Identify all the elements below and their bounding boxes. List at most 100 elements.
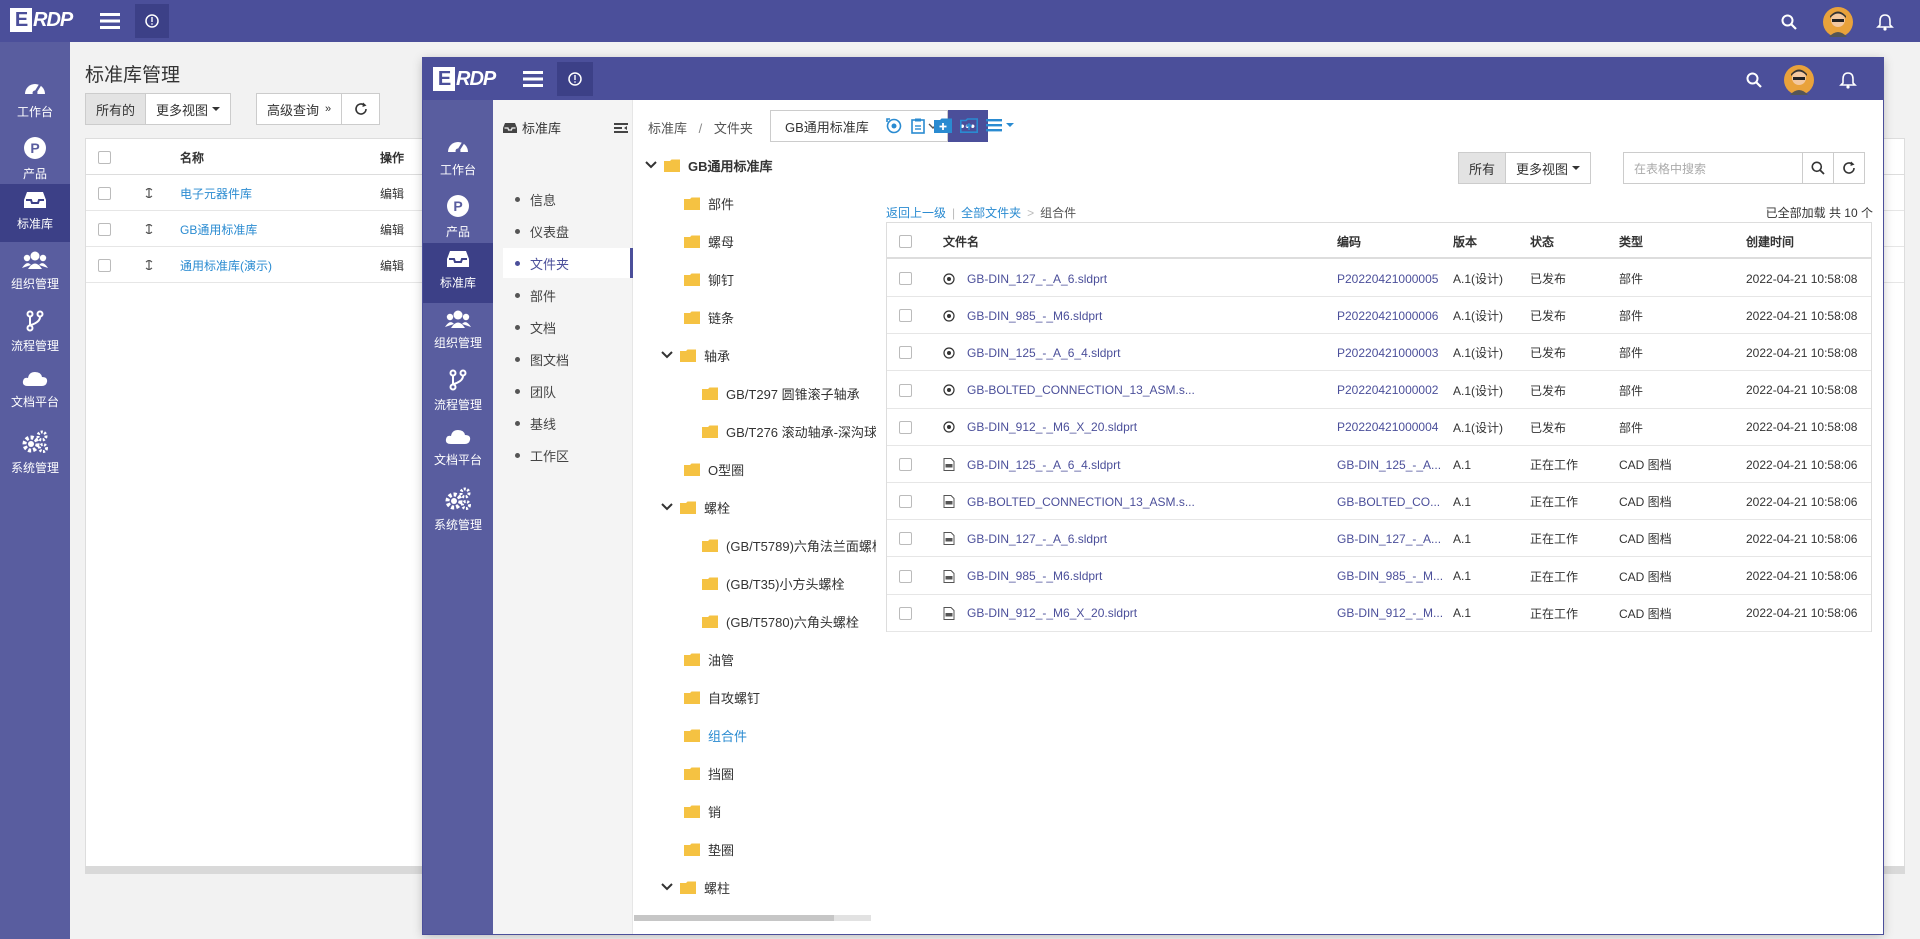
row-checkbox[interactable] <box>899 483 912 520</box>
sidebar-item-flow[interactable]: 流程管理 <box>0 304 70 362</box>
menu-toggle-button[interactable] <box>518 64 548 94</box>
row-checkbox[interactable] <box>899 520 912 557</box>
search-button[interactable] <box>1778 11 1800 33</box>
table-row[interactable]: GB-DIN_125_-_A_6_4.sldprt GB-DIN_125_-_A.… <box>887 446 1871 483</box>
chevron-down-icon[interactable] <box>644 161 658 169</box>
tree-node[interactable]: 轴承 <box>660 343 730 367</box>
file-code-link[interactable]: GB-DIN_985_-_M... <box>1337 558 1443 595</box>
tree-node[interactable]: (GB/T35)小方头螺栓 <box>702 571 844 595</box>
row-checkbox[interactable] <box>899 297 912 334</box>
file-name-link[interactable]: GB-DIN_127_-_A_6.sldprt <box>967 260 1107 297</box>
scrollbar-thumb[interactable] <box>634 915 834 921</box>
sidebar-item-workbench[interactable]: 工作台 <box>0 70 70 128</box>
file-code-link[interactable]: GB-DIN_127_-_A... <box>1337 520 1441 557</box>
row-checkbox[interactable] <box>899 260 912 297</box>
tree-node[interactable]: 部件 <box>684 191 734 215</box>
expand-icon[interactable] <box>144 175 154 211</box>
file-name-link[interactable]: GB-DIN_912_-_M6_X_20.sldprt <box>967 595 1137 632</box>
file-name-link[interactable]: GB-DIN_985_-_M6.sldprt <box>967 297 1102 334</box>
nav-item-drawings[interactable]: 图文档 <box>503 344 633 374</box>
tree-node-selected[interactable]: 组合件 <box>684 723 747 747</box>
info-button[interactable] <box>135 4 169 38</box>
sidebar-item-docs[interactable]: 文档平台 <box>0 364 70 422</box>
list-menu-button[interactable] <box>986 118 1014 132</box>
nav-item-team[interactable]: 团队 <box>503 376 633 406</box>
all-folders-link[interactable]: 全部文件夹 <box>961 206 1021 220</box>
user-avatar[interactable] <box>1784 65 1814 95</box>
sidebar-item-docs[interactable]: 文档平台 <box>423 422 493 482</box>
table-row[interactable]: GB-DIN_127_-_A_6.sldprt GB-DIN_127_-_A...… <box>887 520 1871 558</box>
file-code-link[interactable]: P20220421000003 <box>1337 334 1438 371</box>
tree-node[interactable]: O型圈 <box>684 457 744 481</box>
nav-item-parts[interactable]: 部件 <box>503 280 633 310</box>
file-name-link[interactable]: GB-DIN_912_-_M6_X_20.sldprt <box>967 409 1137 446</box>
column-header-type[interactable]: 类型 <box>1619 223 1643 259</box>
table-row[interactable]: GB-DIN_127_-_A_6.sldprt P20220421000005 A.… <box>887 260 1871 297</box>
tree-node-root[interactable]: GB通用标准库 <box>644 153 773 177</box>
file-name-link[interactable]: GB-DIN_125_-_A_6_4.sldprt <box>967 446 1120 483</box>
row-checkbox[interactable] <box>98 175 111 211</box>
upload-folder-icon[interactable] <box>960 118 978 133</box>
scan-icon[interactable] <box>886 118 902 134</box>
clipboard-icon[interactable] <box>911 118 925 134</box>
column-header-version[interactable]: 版本 <box>1453 223 1477 259</box>
table-row[interactable]: GB-DIN_912_-_M6_X_20.sldprt GB-DIN_912_-_… <box>887 595 1871 632</box>
tree-node[interactable]: 垫圈 <box>684 837 734 861</box>
tree-node[interactable]: 油管 <box>684 647 734 671</box>
app-logo[interactable]: E RDP <box>10 8 73 32</box>
expand-icon[interactable] <box>144 247 154 283</box>
sidebar-item-org[interactable]: 组织管理 <box>423 303 493 363</box>
select-all-checkbox[interactable] <box>899 223 912 259</box>
sidebar-item-flow[interactable]: 流程管理 <box>423 363 493 423</box>
select-all-checkbox[interactable] <box>98 139 111 175</box>
table-row[interactable]: GB-BOLTED_CONNECTION_13_ASM.s... P2022042… <box>887 372 1871 409</box>
breadcrumb-root[interactable]: 标准库 <box>648 121 687 136</box>
sidebar-item-product[interactable]: P 产品 <box>423 188 493 248</box>
tree-node[interactable]: (GB/T5780)六角头螺栓 <box>702 609 859 633</box>
tree-node[interactable]: 自攻螺钉 <box>684 685 760 709</box>
search-submit-button[interactable] <box>1802 152 1834 184</box>
table-search-input[interactable]: 在表格中搜索 <box>1623 152 1803 184</box>
more-views-button[interactable]: 更多视图 <box>146 93 232 125</box>
sidebar-item-system[interactable]: 系统管理 <box>423 481 493 541</box>
column-header-code[interactable]: 编码 <box>1337 223 1361 259</box>
file-name-link[interactable]: GB-DIN_125_-_A_6_4.sldprt <box>967 334 1120 371</box>
row-checkbox[interactable] <box>899 558 912 595</box>
tree-node[interactable]: 螺母 <box>684 229 734 253</box>
sidebar-item-product[interactable]: P 产品 <box>0 130 70 188</box>
sidebar-item-library[interactable]: 标准库 <box>423 243 493 303</box>
library-name-link[interactable]: 电子元器件库 <box>180 175 252 211</box>
library-name-link[interactable]: GB通用标准库 <box>180 211 257 247</box>
nav-item-documents[interactable]: 文档 <box>503 312 633 342</box>
info-button[interactable] <box>557 62 593 96</box>
sidebar-item-org[interactable]: 组织管理 <box>0 244 70 302</box>
row-checkbox[interactable] <box>98 211 111 247</box>
notifications-button[interactable] <box>1836 68 1860 92</box>
nav-item-baseline[interactable]: 基线 <box>503 408 633 438</box>
row-checkbox[interactable] <box>899 372 912 409</box>
filter-all-button[interactable]: 所有的 <box>85 93 147 125</box>
search-button[interactable] <box>1743 69 1765 91</box>
tree-node[interactable]: 链条 <box>684 305 734 329</box>
advanced-query-button[interactable]: 高级查询» <box>256 93 343 125</box>
refresh-button[interactable] <box>342 93 381 125</box>
nav-item-info[interactable]: 信息 <box>503 184 633 214</box>
sidebar-item-system[interactable]: 系统管理 <box>0 424 70 482</box>
table-row[interactable]: GB-DIN_125_-_A_6_4.sldprt P20220421000003… <box>887 334 1871 372</box>
tree-scrollbar[interactable] <box>634 915 871 921</box>
edit-link[interactable]: 编辑 <box>380 211 404 247</box>
tree-node[interactable]: 螺栓 <box>660 495 730 519</box>
chevron-down-icon[interactable] <box>660 503 674 511</box>
column-header-filename[interactable]: 文件名 <box>943 223 979 259</box>
edit-link[interactable]: 编辑 <box>380 175 404 211</box>
table-row[interactable]: GB-BOLTED_CONNECTION_13_ASM.s... GB-BOLTE… <box>887 483 1871 521</box>
chevron-down-icon[interactable] <box>660 351 674 359</box>
file-code-link[interactable]: GB-BOLTED_CO... <box>1337 483 1440 520</box>
row-checkbox[interactable] <box>899 409 912 446</box>
tree-node[interactable]: 挡圈 <box>684 761 734 785</box>
file-code-link[interactable]: P20220421000004 <box>1337 409 1438 446</box>
user-avatar[interactable] <box>1823 7 1853 37</box>
notifications-button[interactable] <box>1873 10 1897 34</box>
column-header-status[interactable]: 状态 <box>1530 223 1554 259</box>
library-name-link[interactable]: 通用标准库(演示) <box>180 247 272 283</box>
